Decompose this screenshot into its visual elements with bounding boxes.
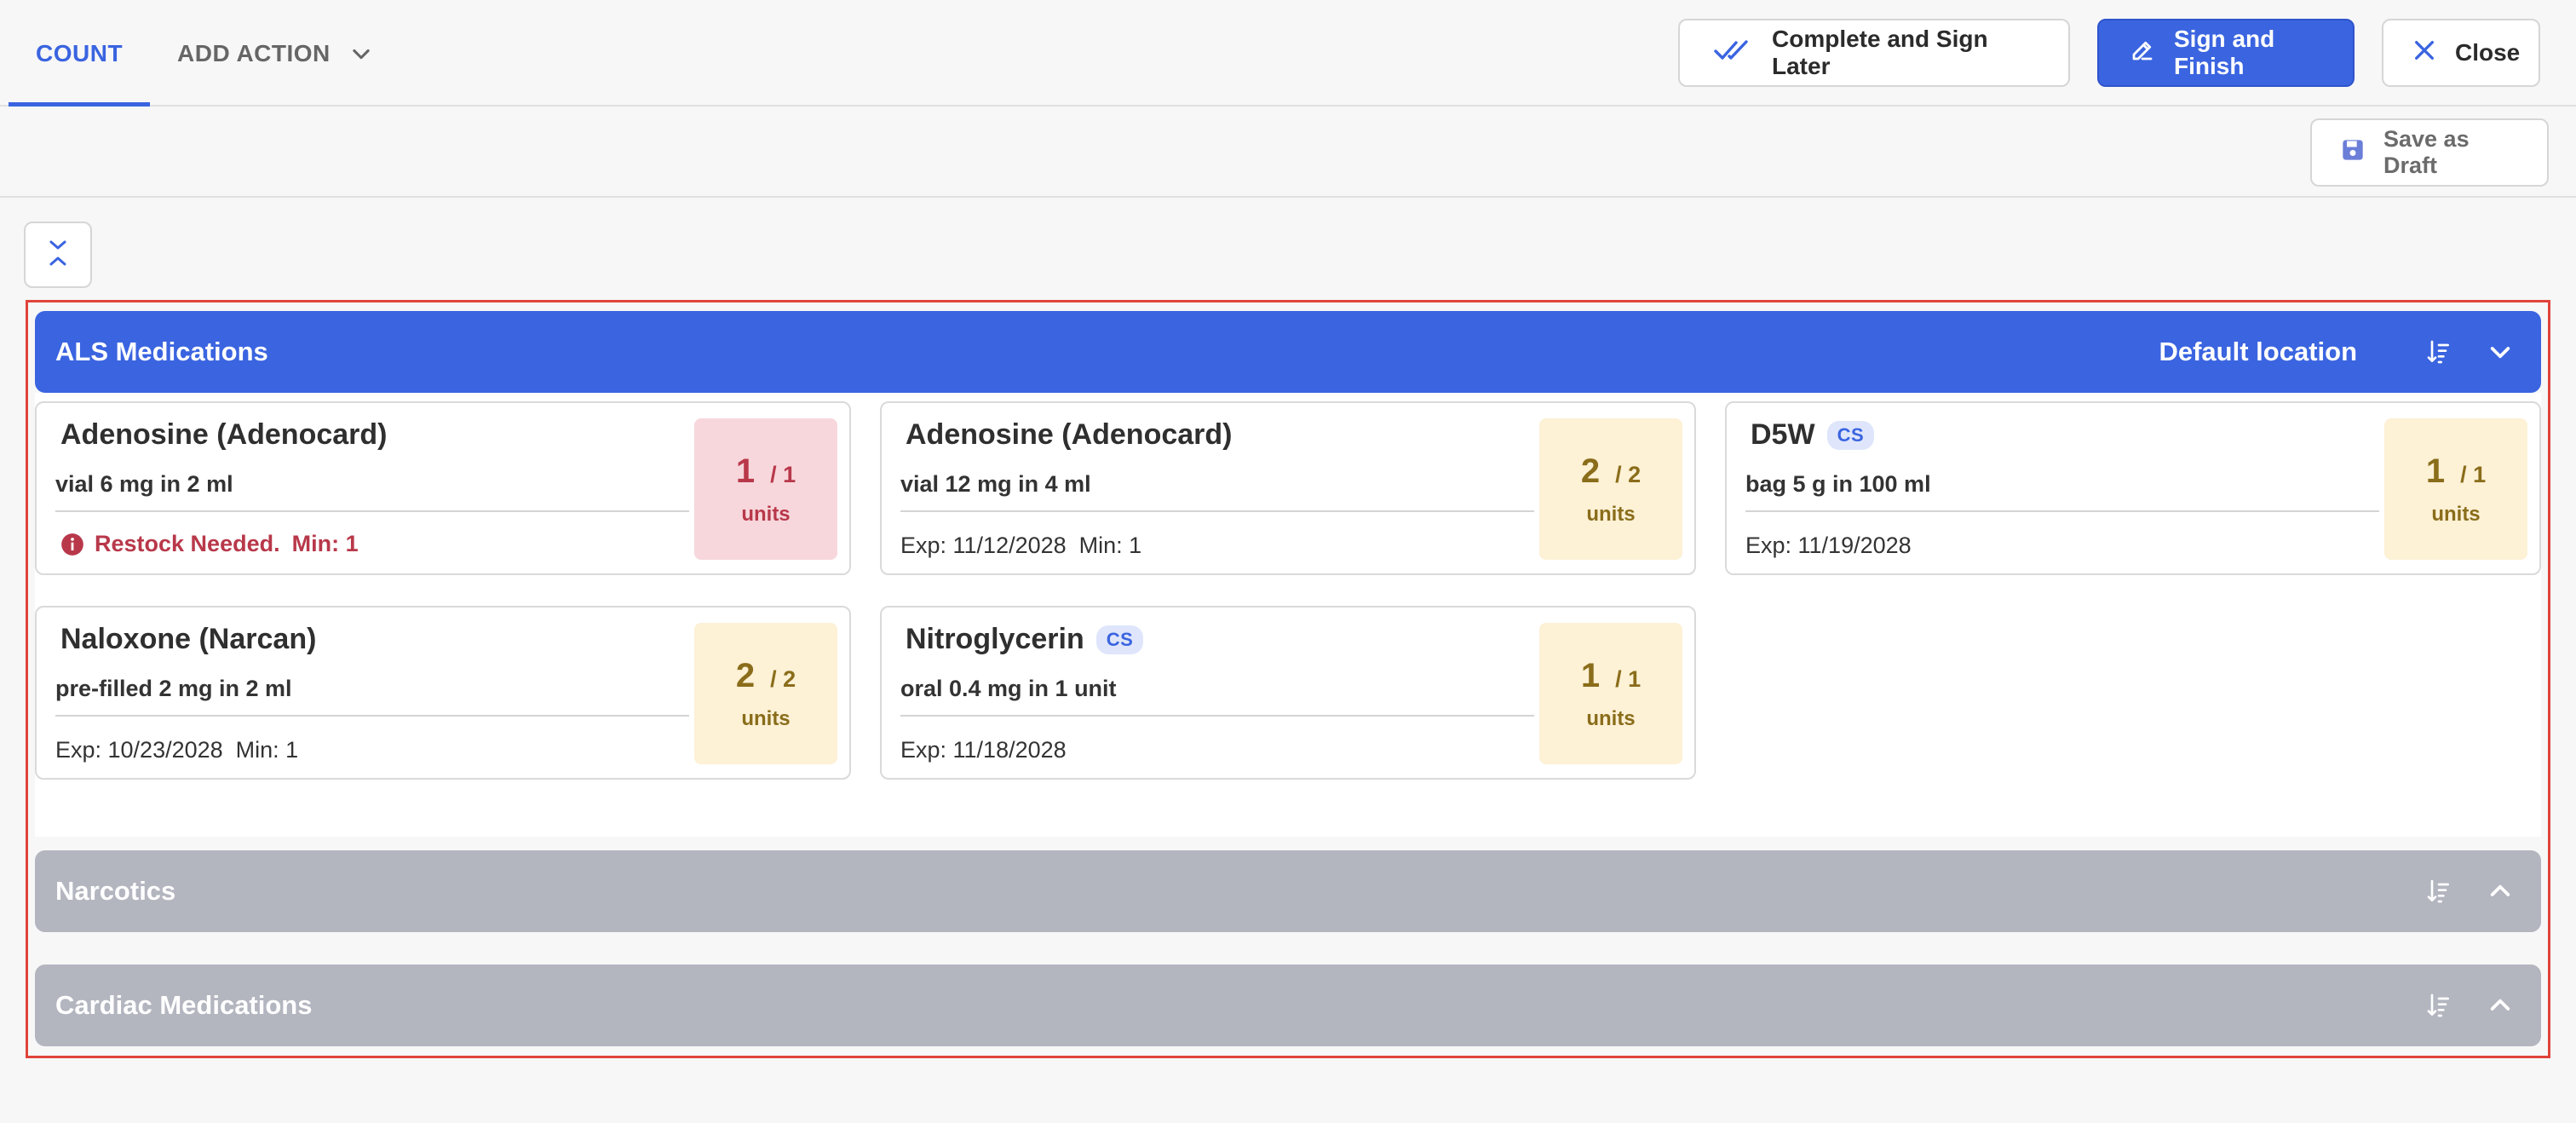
floppy-disk-icon [2341,138,2383,168]
pen-icon [2130,37,2174,69]
tab-bar: COUNT ADD ACTION [9,0,373,107]
quantity-total: / 1 [2460,461,2487,487]
medication-card[interactable]: D5W CS bag 5 g in 100 ml Exp: 11/19/2028… [1725,401,2541,575]
medication-card[interactable]: Nitroglycerin CS oral 0.4 mg in 1 unit E… [880,606,1696,780]
quantity-total: / 1 [770,461,796,487]
medication-description: bag 5 g in 100 ml [1745,471,1931,497]
header-actions: Complete and Sign Later Sign and Finish … [1678,19,2540,87]
quantity-count: 1 [735,452,756,490]
quantity-unit: units [2431,502,2481,526]
section-title: Narcotics [55,876,176,906]
quantity-row: 1 / 1 [736,452,796,491]
medication-meta: Exp: 10/23/2028 Min: 1 [55,737,299,763]
complete-sign-later-label: Complete and Sign Later [1772,26,1988,79]
section-header-narcotics[interactable]: Narcotics [35,850,2541,932]
collapse-all-button[interactable] [24,222,92,288]
quantity-total: / 2 [1615,461,1642,487]
medication-name: Naloxone (Narcan) [60,623,316,656]
quantity-row: 2 / 2 [1581,452,1641,491]
restock-warning-text: Restock Needed. [95,531,280,556]
medication-name: Adenosine (Adenocard) [906,418,1232,452]
medication-meta: Exp: 11/19/2028 [1745,533,1912,558]
sub-toolbar: Save as Draft [0,108,2576,198]
quantity-badge[interactable]: 1 / 1 units [1539,623,1682,764]
quantity-badge[interactable]: 1 / 1 units [2384,418,2527,560]
section-location[interactable]: Default location [2159,337,2357,367]
medication-name-text: Naloxone (Narcan) [60,623,317,655]
quantity-unit: units [1586,706,1636,730]
quantity-row: 1 / 1 [2426,452,2486,491]
save-as-draft-button[interactable]: Save as Draft [2310,118,2549,187]
medication-meta: Exp: 11/18/2028 [900,737,1067,763]
chevron-up-icon[interactable] [2480,871,2521,912]
tab-count-label: COUNT [36,39,124,66]
medication-name: Adenosine (Adenocard) [60,418,387,452]
medication-description: vial 12 mg in 4 ml [900,471,1091,497]
card-divider [900,715,1534,717]
section-title: ALS Medications [55,337,268,366]
medication-name: Nitroglycerin CS [906,623,1144,656]
chevron-up-icon[interactable] [2480,985,2521,1026]
restock-warning: Restock Needed. Min: 1 [60,531,359,557]
restock-min-text: Min: 1 [291,531,359,556]
quantity-row: 2 / 2 [736,657,796,695]
sort-descending-icon[interactable] [2418,871,2459,912]
card-divider [55,510,689,512]
medication-card[interactable]: Naloxone (Narcan) pre-filled 2 mg in 2 m… [35,606,851,780]
medication-card[interactable]: Adenosine (Adenocard) vial 12 mg in 4 ml… [880,401,1696,575]
complete-sign-later-button[interactable]: Complete and Sign Later [1678,19,2070,87]
quantity-count: 2 [735,656,756,694]
quantity-badge[interactable]: 2 / 2 units [1539,418,1682,560]
chevron-down-icon[interactable] [2480,331,2521,372]
section-header-als-medications[interactable]: ALS Medications Default location [35,311,2541,393]
sort-descending-icon[interactable] [2418,331,2459,372]
medication-name-text: Nitroglycerin [906,623,1084,655]
close-label: Close [2455,39,2521,66]
collapse-chevrons-icon [47,239,69,272]
medication-name-text: Adenosine (Adenocard) [60,418,388,451]
card-divider [55,715,689,717]
quantity-total: / 2 [770,665,796,692]
card-divider [1745,510,2379,512]
save-as-draft-label: Save as Draft [2383,126,2470,178]
quantity-unit: units [1586,502,1636,526]
controlled-substance-badge: CS [1095,625,1144,654]
quantity-count: 1 [1580,656,1601,694]
medication-card[interactable]: Adenosine (Adenocard) vial 6 mg in 2 ml … [35,401,851,575]
sign-and-finish-label: Sign and Finish [2174,26,2275,79]
quantity-count: 1 [2425,452,2446,490]
quantity-badge[interactable]: 1 / 1 units [694,418,837,560]
chevron-down-icon[interactable] [349,42,373,66]
close-icon [2412,38,2455,68]
medication-description: oral 0.4 mg in 1 unit [900,676,1117,701]
section-title: Cardiac Medications [55,990,313,1020]
info-circle-icon [60,533,84,556]
section-header-cardiac-medications[interactable]: Cardiac Medications [35,965,2541,1046]
medication-name: D5W CS [1751,418,1875,452]
medication-name-text: Adenosine (Adenocard) [906,418,1233,451]
tab-count[interactable]: COUNT [9,0,151,107]
medication-description: pre-filled 2 mg in 2 ml [55,676,292,701]
medication-description: vial 6 mg in 2 ml [55,471,233,497]
double-check-icon [1714,37,1772,69]
close-button[interactable]: Close [2382,19,2540,87]
medication-meta: Exp: 11/12/2028 Min: 1 [900,533,1142,558]
medication-name-text: D5W [1751,418,1815,451]
controlled-substance-badge: CS [1826,420,1875,450]
medication-sections: ALS Medications Default location Adenosi… [26,300,2550,1058]
quantity-unit: units [741,706,791,730]
quantity-badge[interactable]: 2 / 2 units [694,623,837,764]
top-bar: COUNT ADD ACTION Complete and Sign Later… [0,0,2576,107]
quantity-row: 1 / 1 [1581,657,1641,695]
quantity-total: / 1 [1615,665,1642,692]
tab-add-action[interactable]: ADD ACTION [177,0,373,107]
als-medications-body: Adenosine (Adenocard) vial 6 mg in 2 ml … [35,393,2541,837]
quantity-unit: units [741,502,791,526]
sign-and-finish-button[interactable]: Sign and Finish [2097,19,2355,87]
tab-add-action-label: ADD ACTION [177,39,331,66]
quantity-count: 2 [1580,452,1601,490]
card-divider [900,510,1534,512]
sort-descending-icon[interactable] [2418,985,2459,1026]
